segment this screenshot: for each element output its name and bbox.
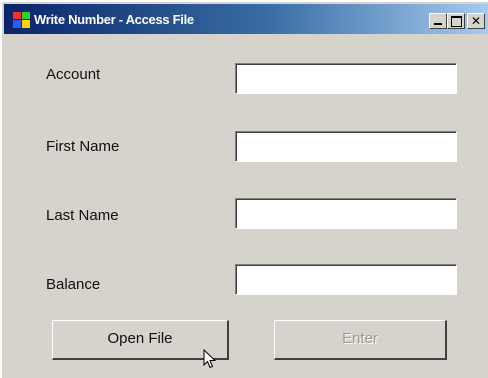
maximize-button[interactable] bbox=[447, 13, 465, 29]
close-icon: ✕ bbox=[470, 14, 482, 28]
first-name-field[interactable] bbox=[235, 131, 457, 162]
account-label: Account bbox=[46, 66, 101, 83]
maximize-icon bbox=[451, 16, 462, 27]
mouse-pointer-icon bbox=[203, 349, 217, 369]
first-name-label: First Name bbox=[46, 138, 120, 155]
app-icon[interactable] bbox=[13, 12, 30, 28]
last-name-field[interactable] bbox=[235, 198, 457, 229]
close-button[interactable]: ✕ bbox=[467, 13, 485, 29]
balance-label: Balance bbox=[46, 276, 101, 293]
minimize-icon bbox=[434, 23, 442, 25]
last-name-label: Last Name bbox=[46, 207, 119, 224]
enter-button[interactable]: Enter bbox=[274, 320, 447, 360]
title-bar[interactable]: Write Number - Access File ✕ bbox=[4, 4, 488, 34]
app-window: Write Number - Access File ✕ Account Fir… bbox=[0, 0, 488, 378]
account-field[interactable] bbox=[235, 63, 457, 94]
minimize-button[interactable] bbox=[429, 13, 447, 29]
balance-field[interactable] bbox=[235, 264, 457, 295]
window-title: Write Number - Access File bbox=[34, 12, 194, 27]
